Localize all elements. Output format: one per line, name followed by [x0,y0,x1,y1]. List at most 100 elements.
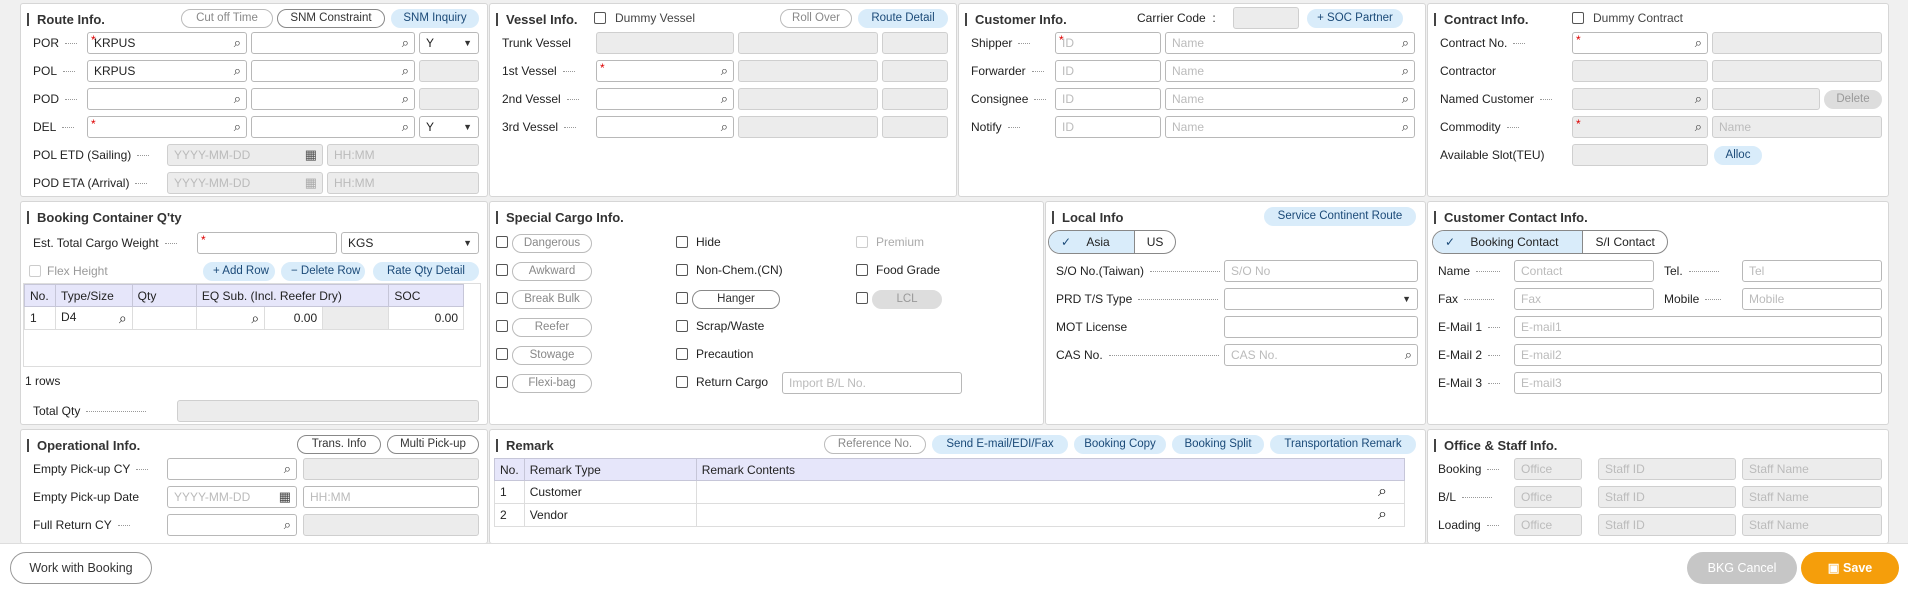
shipper-id-input[interactable]: * ID [1055,32,1161,54]
mot-license-input[interactable] [1224,316,1418,338]
search-icon[interactable]: ⌕ [1402,117,1409,137]
tel-input[interactable]: Tel [1742,260,1882,282]
table-row[interactable]: 1 D4 ⌕ ⌕ 0.00 0.00 [23,306,464,330]
roll-over-button[interactable]: Roll Over [780,9,852,28]
flex-height-checkbox[interactable] [29,265,41,277]
search-icon[interactable]: ⌕ [284,515,291,535]
por-y-select[interactable]: Y ▼ [419,32,479,54]
asia-option[interactable]: ✓ Asia [1049,231,1134,253]
transportation-remark-button[interactable]: Transportation Remark [1270,435,1416,454]
search-icon[interactable]: ⌕ [1405,345,1412,365]
precaution-checkbox[interactable] [676,348,688,360]
search-icon[interactable]: ⌕ [402,33,409,53]
full-return-cy-input[interactable]: ⌕ [167,514,297,536]
email3-input[interactable]: E-mail3 [1514,372,1882,394]
pod-name-input[interactable]: ⌕ [251,88,415,110]
pod-eta-time-input[interactable]: HH:MM [327,172,479,194]
break-bulk-button[interactable]: Break Bulk [512,290,592,309]
hanger-checkbox[interactable] [676,292,688,304]
contact-type-toggle[interactable]: ✓ Booking Contact S/I Contact [1432,230,1668,254]
row-remark-contents[interactable]: ⌕ [695,480,1406,504]
notify-id-input[interactable]: ID [1055,116,1161,138]
service-continent-route-button[interactable]: Service Continent Route [1264,207,1416,226]
snm-constraint-button[interactable]: SNM Constraint [277,9,385,28]
fax-input[interactable]: Fax [1514,288,1654,310]
search-icon[interactable]: ⌕ [1402,89,1409,109]
empty-pickup-cy-input[interactable]: ⌕ [167,458,297,480]
pod-eta-date-input[interactable]: YYYY-MM-DD ▦ [167,172,323,194]
commodity-input[interactable]: * ⌕ [1572,116,1708,138]
us-option[interactable]: US [1133,231,1176,253]
del-name-input[interactable]: ⌕ [251,116,415,138]
weight-unit-select[interactable]: KGS ▼ [341,232,479,254]
contact-name-input[interactable]: Contact [1514,260,1654,282]
row-eq-sub[interactable]: ⌕ [195,306,266,330]
row-remark-contents[interactable]: ⌕ [695,503,1406,527]
search-icon[interactable]: ⌕ [251,310,259,327]
search-icon[interactable]: ⌕ [234,89,241,109]
so-no-input[interactable]: S/O No [1224,260,1418,282]
search-icon[interactable]: ⌕ [402,89,409,109]
forwarder-name-input[interactable]: Name ⌕ [1165,60,1415,82]
pol-etd-time-input[interactable]: HH:MM [327,144,479,166]
hanger-button[interactable]: Hanger [692,290,780,309]
first-vessel-input[interactable]: * ⌕ [596,60,734,82]
scrap-waste-checkbox[interactable] [676,320,688,332]
search-icon[interactable]: ⌕ [1402,61,1409,81]
table-row[interactable]: 2 Vendor ⌕ [494,503,1406,527]
premium-checkbox[interactable] [856,236,868,248]
forwarder-id-input[interactable]: ID [1055,60,1161,82]
work-with-booking-button[interactable]: Work with Booking [10,552,152,584]
alloc-button[interactable]: Alloc [1714,146,1762,165]
flexi-bag-button[interactable]: Flexi-bag [512,374,592,393]
empty-pickup-time-input[interactable]: HH:MM [303,486,479,508]
stowage-button[interactable]: Stowage [512,346,592,365]
named-customer-input[interactable]: ⌕ [1572,88,1708,110]
row-soc[interactable]: 0.00 [388,306,464,330]
calendar-icon[interactable]: ▦ [305,173,317,193]
email2-input[interactable]: E-mail2 [1514,344,1882,366]
row-type-size[interactable]: D4 ⌕ [55,306,133,330]
calendar-icon[interactable]: ▦ [279,487,291,507]
send-email-edi-fax-button[interactable]: Send E-mail/EDI/Fax [932,435,1068,454]
cut-off-time-button[interactable]: Cut off Time [181,9,273,28]
notify-name-input[interactable]: Name ⌕ [1165,116,1415,138]
bkg-cancel-button[interactable]: BKG Cancel [1687,552,1797,584]
search-icon[interactable]: ⌕ [721,61,728,81]
row-qty[interactable] [131,306,197,330]
por-code-input[interactable]: * KRPUS ⌕ [87,32,247,54]
lcl-checkbox[interactable] [856,292,868,304]
pol-name-input[interactable]: ⌕ [251,60,415,82]
consignee-name-input[interactable]: Name ⌕ [1165,88,1415,110]
search-icon[interactable]: ⌕ [1695,117,1702,137]
pod-code-input[interactable]: ⌕ [87,88,247,110]
hide-checkbox[interactable] [676,236,688,248]
email1-input[interactable]: E-mail1 [1514,316,1882,338]
si-contact-option[interactable]: S/I Contact [1582,231,1666,253]
awkward-checkbox[interactable] [496,264,508,276]
multi-pickup-button[interactable]: Multi Pick-up [387,435,479,454]
pol-code-input[interactable]: KRPUS ⌕ [87,60,247,82]
shipper-name-input[interactable]: Name ⌕ [1165,32,1415,54]
search-icon[interactable]: ⌕ [1402,33,1409,53]
del-code-input[interactable]: * ⌕ [87,116,247,138]
dangerous-button[interactable]: Dangerous [512,234,592,253]
search-icon[interactable]: ⌕ [234,61,241,81]
non-chem-checkbox[interactable] [676,264,688,276]
snm-inquiry-button[interactable]: SNM Inquiry [391,9,479,28]
search-icon[interactable]: ⌕ [1695,89,1702,109]
search-icon[interactable]: ⌕ [234,117,241,137]
dangerous-checkbox[interactable] [496,236,508,248]
table-row[interactable]: 1 Customer ⌕ [494,480,1406,504]
search-icon[interactable]: ⌕ [284,459,291,479]
lcl-button[interactable]: LCL [872,290,942,309]
reefer-button[interactable]: Reefer [512,318,592,337]
add-row-button[interactable]: + Add Row [203,262,275,281]
search-icon[interactable]: ⌕ [119,310,127,327]
mobile-input[interactable]: Mobile [1742,288,1882,310]
trans-info-button[interactable]: Trans. Info [297,435,381,454]
pol-etd-date-input[interactable]: YYYY-MM-DD ▦ [167,144,323,166]
booking-split-button[interactable]: Booking Split [1172,435,1264,454]
asia-us-toggle[interactable]: ✓ Asia US [1048,230,1177,254]
cas-no-input[interactable]: CAS No. ⌕ [1224,344,1418,366]
